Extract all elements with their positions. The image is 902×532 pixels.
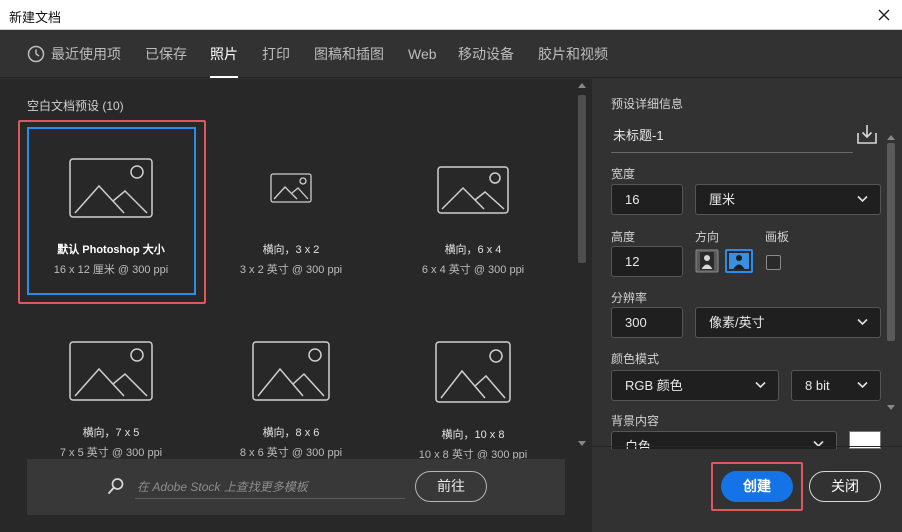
stock-search-input[interactable] — [135, 475, 405, 499]
preset-card-3x2[interactable]: 横向，3 x 2 3 x 2 英寸 @ 300 ppi — [198, 120, 384, 304]
background-value: 白色 — [625, 439, 652, 449]
close-window-button[interactable] — [872, 3, 896, 27]
background-label: 背景内容 — [611, 414, 660, 428]
width-input[interactable]: 16 — [611, 184, 683, 215]
artboard-label: 画板 — [765, 230, 790, 244]
bit-depth-dropdown[interactable]: 8 bit — [791, 370, 881, 401]
image-placeholder-icon — [69, 341, 153, 401]
preset-name: 横向，3 x 2 — [262, 244, 320, 256]
presets-panel: 空白文档预设 (10) 默认 Photoshop 大小 16 x 12 厘米 @… — [0, 79, 592, 532]
resolution-input[interactable]: 300 — [611, 307, 683, 338]
clock-icon — [27, 45, 45, 63]
tab-mobile-label: 移动设备 — [458, 46, 514, 62]
scroll-up-arrow-icon[interactable] — [578, 83, 586, 88]
tab-recent[interactable]: 最近使用项 — [27, 30, 121, 78]
image-placeholder-icon — [69, 158, 153, 218]
close-icon — [878, 9, 890, 21]
footer-divider — [592, 446, 902, 447]
preset-name: 横向，8 x 6 — [262, 427, 320, 439]
preset-grid: 默认 Photoshop 大小 16 x 12 厘米 @ 300 ppi 横向，… — [18, 120, 566, 492]
unit-dropdown-value: 厘米 — [709, 192, 736, 207]
tab-photo-label: 照片 — [210, 46, 238, 62]
preset-name: 横向，7 x 5 — [82, 427, 140, 439]
tab-art-illustration[interactable]: 图稿和插图 — [314, 30, 384, 78]
preset-name: 横向，10 x 8 — [441, 429, 505, 441]
landscape-orientation-icon[interactable] — [725, 249, 753, 273]
resolution-label: 分辨率 — [611, 291, 648, 305]
details-title: 预设详细信息 — [611, 97, 684, 111]
chevron-down-icon — [857, 195, 868, 203]
scroll-down-arrow-icon[interactable] — [887, 405, 895, 410]
scrollbar-thumb[interactable] — [887, 143, 895, 341]
tab-film-video[interactable]: 胶片和视频 — [538, 30, 608, 78]
preset-grid-scrollbar[interactable] — [576, 83, 588, 453]
chevron-down-icon — [755, 381, 766, 389]
image-placeholder-icon — [270, 173, 312, 203]
create-button[interactable]: 创建 — [721, 471, 793, 502]
tab-web-label: Web — [408, 46, 437, 62]
orientation-label: 方向 — [695, 230, 720, 244]
tab-art-illustration-label: 图稿和插图 — [314, 46, 384, 62]
close-button[interactable]: 关闭 — [809, 471, 881, 502]
tab-photo[interactable]: 照片 — [210, 30, 238, 78]
category-tabs: 最近使用项 已保存 照片 打印 图稿和插图 Web 移动设备 胶片和视频 — [0, 30, 902, 78]
image-placeholder-icon — [252, 341, 330, 401]
height-label: 高度 — [611, 230, 636, 244]
preset-spec: 7 x 5 英寸 @ 300 ppi — [59, 447, 163, 459]
tab-saved[interactable]: 已保存 — [145, 30, 187, 78]
preset-spec: 6 x 4 英寸 @ 300 ppi — [421, 264, 525, 276]
tab-print[interactable]: 打印 — [262, 30, 290, 78]
color-mode-label: 颜色模式 — [611, 352, 660, 366]
preset-name: 横向，6 x 4 — [444, 244, 502, 256]
unit-dropdown[interactable]: 厘米 — [695, 184, 881, 215]
tab-film-video-label: 胶片和视频 — [538, 46, 608, 62]
presets-section-title: 空白文档预设 (10) — [27, 99, 124, 113]
scroll-down-arrow-icon[interactable] — [578, 441, 586, 446]
resolution-unit-value: 像素/英寸 — [709, 315, 765, 330]
preset-spec: 16 x 12 厘米 @ 300 ppi — [53, 264, 169, 276]
image-placeholder-icon — [435, 341, 511, 403]
scroll-up-arrow-icon[interactable] — [887, 135, 895, 140]
tab-print-label: 打印 — [262, 46, 290, 62]
width-label: 宽度 — [611, 167, 636, 181]
preset-spec: 3 x 2 英寸 @ 300 ppi — [239, 264, 343, 276]
image-placeholder-icon — [437, 166, 509, 214]
tab-web[interactable]: Web — [408, 30, 437, 78]
scrollbar-thumb[interactable] — [578, 95, 586, 263]
tab-mobile[interactable]: 移动设备 — [458, 30, 514, 78]
color-mode-value: RGB 颜色 — [625, 378, 683, 393]
preset-spec: 8 x 6 英寸 @ 300 ppi — [239, 447, 343, 459]
preset-card-6x4[interactable]: 横向，6 x 4 6 x 4 英寸 @ 300 ppi — [380, 120, 566, 304]
portrait-orientation-icon[interactable] — [695, 249, 719, 273]
color-mode-dropdown[interactable]: RGB 颜色 — [611, 370, 779, 401]
height-input[interactable]: 12 — [611, 246, 683, 277]
preset-card-default[interactable]: 默认 Photoshop 大小 16 x 12 厘米 @ 300 ppi — [18, 120, 206, 304]
details-scrollbar[interactable] — [886, 135, 896, 435]
artboard-checkbox[interactable] — [766, 255, 781, 270]
bit-depth-value: 8 bit — [805, 378, 830, 393]
title-bar: 新建文档 — [0, 0, 902, 30]
tab-saved-label: 已保存 — [145, 46, 187, 62]
chevron-down-icon — [857, 381, 868, 389]
document-name-field[interactable]: 未标题-1 — [611, 121, 853, 153]
preset-name: 默认 Photoshop 大小 — [57, 244, 165, 256]
resolution-unit-dropdown[interactable]: 像素/英寸 — [695, 307, 881, 338]
window-title: 新建文档 — [9, 10, 62, 25]
adobe-stock-search-bar: 前往 — [27, 459, 565, 515]
stock-go-button[interactable]: 前往 — [415, 471, 487, 502]
search-icon — [108, 478, 124, 494]
save-preset-icon[interactable] — [856, 123, 878, 145]
chevron-down-icon — [857, 318, 868, 326]
